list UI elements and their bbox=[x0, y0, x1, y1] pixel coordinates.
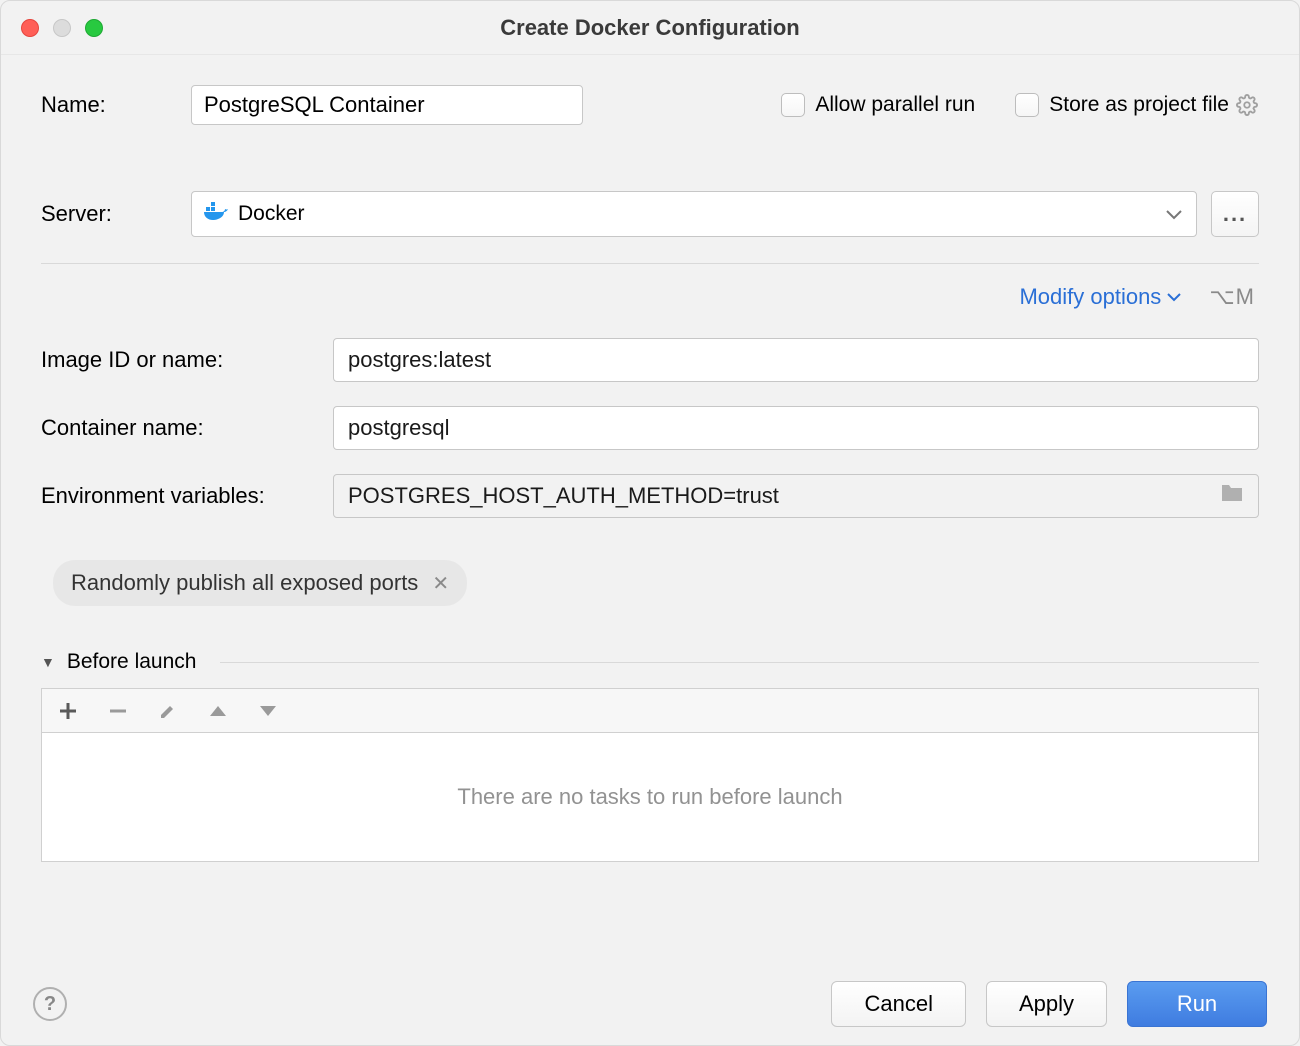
store-project-checkbox-group[interactable]: Store as project file bbox=[1015, 93, 1229, 117]
server-browse-button[interactable]: ... bbox=[1211, 191, 1259, 237]
name-label: Name: bbox=[41, 92, 151, 118]
modify-options-shortcut: ⌥M bbox=[1209, 284, 1255, 310]
dialog-window: Create Docker Configuration Name: Allow … bbox=[0, 0, 1300, 1046]
cancel-button[interactable]: Cancel bbox=[831, 981, 965, 1027]
container-name-input[interactable] bbox=[333, 406, 1259, 450]
minimize-window-button bbox=[53, 19, 71, 37]
random-ports-label: Randomly publish all exposed ports bbox=[71, 570, 418, 596]
before-launch-header[interactable]: ▼ Before launch bbox=[41, 650, 1259, 674]
allow-parallel-checkbox-group[interactable]: Allow parallel run bbox=[781, 93, 975, 117]
server-row: Server: Docker ... bbox=[41, 191, 1259, 237]
image-id-label: Image ID or name: bbox=[41, 347, 333, 373]
close-icon[interactable]: ✕ bbox=[432, 571, 449, 596]
titlebar: Create Docker Configuration bbox=[1, 1, 1299, 55]
edit-task-button bbox=[156, 699, 180, 723]
image-id-row: Image ID or name: bbox=[41, 338, 1259, 382]
apply-button[interactable]: Apply bbox=[986, 981, 1107, 1027]
run-button[interactable]: Run bbox=[1127, 981, 1267, 1027]
env-vars-row: Environment variables: POSTGRES_HOST_AUT… bbox=[41, 474, 1259, 518]
collapse-triangle-icon: ▼ bbox=[41, 654, 55, 670]
container-name-row: Container name: bbox=[41, 406, 1259, 450]
section-divider bbox=[220, 662, 1259, 663]
server-value: Docker bbox=[238, 202, 305, 226]
dialog-footer: ? Cancel Apply Run bbox=[1, 963, 1299, 1045]
modify-options-row: Modify options ⌥M bbox=[41, 284, 1259, 310]
divider bbox=[41, 263, 1259, 264]
ellipsis-icon: ... bbox=[1223, 201, 1247, 227]
zoom-window-button[interactable] bbox=[85, 19, 103, 37]
help-button[interactable]: ? bbox=[33, 987, 67, 1021]
before-launch-toolbar bbox=[41, 688, 1259, 732]
close-window-button[interactable] bbox=[21, 19, 39, 37]
dialog-content: Name: Allow parallel run Store as projec… bbox=[1, 55, 1299, 963]
before-launch-title: Before launch bbox=[67, 650, 197, 674]
move-down-button bbox=[256, 699, 280, 723]
container-name-label: Container name: bbox=[41, 415, 333, 441]
remove-task-button bbox=[106, 699, 130, 723]
before-launch-task-list: There are no tasks to run before launch bbox=[41, 732, 1259, 862]
modify-options-label: Modify options bbox=[1019, 284, 1161, 310]
docker-icon bbox=[204, 201, 228, 227]
server-select[interactable]: Docker bbox=[191, 191, 1197, 237]
server-label: Server: bbox=[41, 201, 151, 227]
env-vars-input[interactable]: POSTGRES_HOST_AUTH_METHOD=trust bbox=[333, 474, 1259, 518]
window-title: Create Docker Configuration bbox=[1, 15, 1299, 41]
chevron-down-icon bbox=[1166, 202, 1182, 226]
image-id-input[interactable] bbox=[333, 338, 1259, 382]
env-vars-value: POSTGRES_HOST_AUTH_METHOD=trust bbox=[348, 483, 779, 509]
chevron-down-icon bbox=[1167, 293, 1181, 302]
name-row: Name: Allow parallel run Store as projec… bbox=[41, 85, 1259, 125]
add-task-button[interactable] bbox=[56, 699, 80, 723]
name-input[interactable] bbox=[191, 85, 583, 125]
env-vars-label: Environment variables: bbox=[41, 483, 333, 509]
empty-task-message: There are no tasks to run before launch bbox=[457, 784, 842, 810]
allow-parallel-checkbox[interactable] bbox=[781, 93, 805, 117]
store-project-checkbox[interactable] bbox=[1015, 93, 1039, 117]
gear-icon[interactable] bbox=[1235, 93, 1259, 117]
random-ports-chip[interactable]: Randomly publish all exposed ports ✕ bbox=[53, 560, 467, 606]
store-project-label: Store as project file bbox=[1049, 93, 1229, 117]
move-up-button bbox=[206, 699, 230, 723]
modify-options-link[interactable]: Modify options bbox=[1019, 284, 1181, 310]
traffic-lights bbox=[21, 19, 103, 37]
allow-parallel-label: Allow parallel run bbox=[815, 93, 975, 117]
folder-icon[interactable] bbox=[1220, 483, 1244, 509]
